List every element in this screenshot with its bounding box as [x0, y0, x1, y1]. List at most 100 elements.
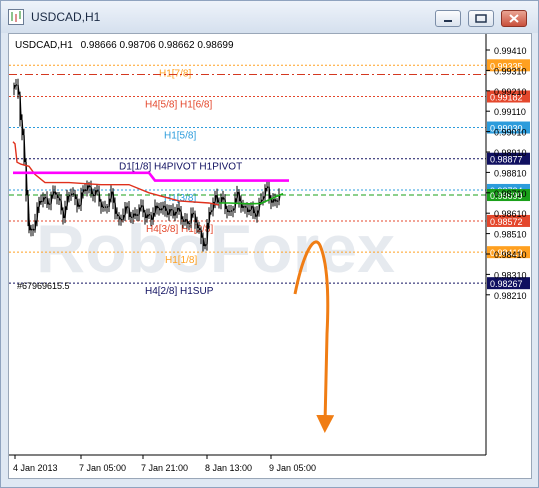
candle-body	[240, 201, 243, 208]
candle-body	[202, 237, 205, 247]
candle-body	[264, 187, 267, 197]
candle-body	[226, 208, 229, 213]
candle-body	[78, 204, 81, 208]
price-tick-label: 0.98310	[494, 270, 527, 280]
price-tick-label: 0.99010	[494, 128, 527, 138]
candle-body	[156, 205, 159, 209]
candle-body	[248, 209, 251, 213]
chart-window: USDCAD,H1 RoboForex USDCAD,H1 0.98666 0.…	[0, 0, 539, 488]
candle-body	[242, 205, 245, 209]
candle-body	[60, 200, 63, 211]
candle-body	[84, 189, 87, 192]
candle-body	[178, 207, 181, 212]
candle-body	[21, 119, 24, 136]
candle-body	[88, 185, 91, 188]
candle-body	[194, 213, 197, 223]
candle-body	[144, 212, 147, 219]
candle-body	[180, 211, 183, 220]
title-bar[interactable]: USDCAD,H1	[1, 1, 538, 33]
candle-body	[64, 206, 67, 219]
time-axis: 4 Jan 2013 7 Jan 05:00 7 Jan 21:00 8 Jan 13…	[13, 455, 316, 473]
price-tick-label: 0.98210	[494, 291, 527, 301]
candle-body	[162, 205, 165, 209]
candle-body	[23, 135, 26, 163]
candle-body	[34, 220, 37, 231]
candle-body	[98, 191, 101, 202]
candle-body	[32, 228, 35, 231]
candle-body	[254, 212, 257, 217]
level-label: D1[1/8] H4PIVOT H1PIVOT	[119, 162, 242, 173]
restore-icon	[475, 14, 487, 23]
level-label: H1[5/8]	[164, 131, 196, 142]
candle-body	[238, 191, 241, 202]
candle-body	[94, 190, 97, 197]
candle-body	[62, 210, 65, 219]
chart-header: USDCAD,H1 0.98666 0.98706 0.98662 0.9869…	[15, 40, 234, 51]
candle-body	[220, 197, 223, 204]
time-tick-label: 7 Jan 21:00	[141, 463, 188, 473]
candle-body	[274, 199, 277, 202]
candle-body	[176, 207, 179, 213]
candle-body	[120, 218, 123, 221]
candle-body	[170, 208, 173, 211]
candle-body	[92, 193, 95, 197]
candle-body	[76, 198, 79, 207]
candle-body	[114, 202, 117, 214]
candle-body	[42, 197, 45, 203]
chart-canvas[interactable]: RoboForex USDCAD,H1 0.98666 0.98706 0.98…	[9, 34, 531, 478]
candle-body	[25, 162, 28, 196]
candle-body	[214, 195, 217, 203]
level-label: H1[1/8]	[165, 255, 197, 266]
chart-ohlc: 0.98666 0.98706 0.98662 0.98699	[81, 40, 234, 51]
candle-body	[272, 199, 275, 203]
price-tick-label: 0.99110	[494, 107, 526, 117]
candle-body	[38, 200, 41, 207]
close-icon	[509, 14, 519, 23]
price-tick-label: 0.98910	[494, 148, 527, 158]
price-tick-label: 0.99310	[494, 66, 527, 76]
candle-body	[224, 199, 227, 209]
candle-body	[268, 186, 271, 199]
candle-body	[182, 219, 185, 223]
candle-body	[130, 216, 133, 219]
time-tick-label: 8 Jan 13:00	[205, 463, 252, 473]
candle-body	[158, 207, 161, 211]
minimize-icon	[444, 20, 452, 22]
time-tick-label: 9 Jan 05:00	[269, 463, 316, 473]
candle-body	[19, 94, 22, 120]
candle-body	[236, 191, 239, 199]
candle-body	[186, 219, 189, 224]
candle-body	[252, 206, 255, 214]
chart-window-icon	[8, 9, 24, 25]
candle-body	[128, 207, 131, 217]
candle-body	[54, 191, 57, 195]
candle-body	[222, 196, 225, 200]
price-chart[interactable]: RoboForex USDCAD,H1 0.98666 0.98706 0.98…	[8, 33, 532, 479]
candle-body	[134, 213, 137, 216]
candle-body	[174, 211, 177, 216]
price-tick-label: 0.98810	[494, 168, 527, 178]
candle-body	[124, 206, 127, 216]
candle-body	[138, 207, 141, 215]
time-tick-label: 4 Jan 2013	[13, 463, 58, 473]
price-tag: 0.98267	[490, 279, 523, 289]
level-label: H1[7/8]	[159, 68, 191, 79]
candle-body	[266, 186, 269, 189]
magenta-indicator-line	[13, 171, 289, 182]
candle-body	[13, 84, 16, 89]
candle-body	[132, 213, 135, 218]
price-tick-label: 0.98710	[494, 189, 527, 199]
candle-body	[204, 244, 207, 247]
minimize-button[interactable]	[435, 10, 461, 27]
close-button[interactable]	[501, 10, 527, 27]
price-axis: 0.99410 0.99310 0.99210 0.99110 0.99010 0.989…	[486, 46, 527, 301]
candle-body	[108, 198, 111, 208]
candle-body	[184, 218, 187, 223]
maximize-button[interactable]	[468, 10, 494, 27]
candle-body	[40, 200, 43, 203]
candle-body	[150, 214, 153, 220]
price-tick-label: 0.98610	[494, 209, 527, 219]
price-tick-label: 0.98510	[494, 230, 527, 240]
candle-body	[142, 205, 145, 213]
level-label: H4[2/8] H1SUP	[145, 286, 214, 297]
